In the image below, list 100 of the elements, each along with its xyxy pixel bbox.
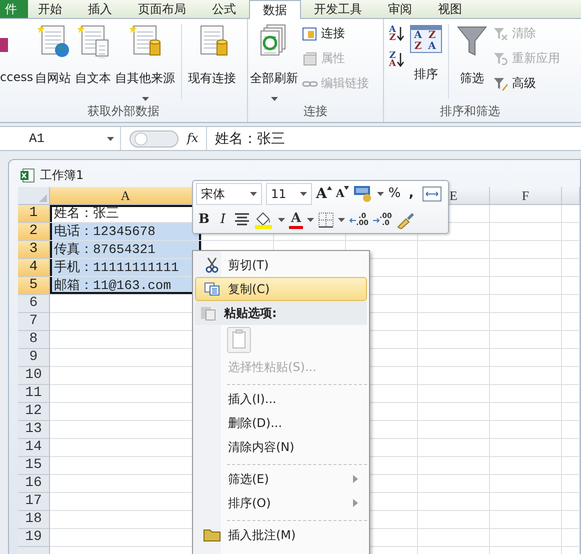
table-cell: [490, 349, 562, 367]
table-cell: [562, 511, 580, 529]
row-header[interactable]: 7: [18, 313, 50, 331]
table-cell: [490, 277, 562, 295]
fill-color-icon[interactable]: [254, 211, 274, 229]
row-header[interactable]: 2: [18, 223, 50, 241]
table-cell: [418, 277, 490, 295]
table-cell: [418, 259, 490, 277]
row-header[interactable]: 17: [18, 493, 50, 511]
insert-function-button[interactable]: fx: [187, 127, 208, 150]
table-cell: [490, 403, 562, 421]
font-color-button[interactable]: A: [289, 212, 304, 228]
table-cell: [418, 493, 490, 511]
dropdown-arrow-icon: [338, 218, 346, 222]
menu-section-header: 粘贴选项:: [195, 301, 367, 325]
table-cell: [490, 475, 562, 493]
sort-descending-button[interactable]: Z A: [389, 52, 404, 68]
menu-item[interactable]: 筛选(E): [195, 467, 367, 491]
column-header[interactable]: F: [490, 187, 562, 205]
comma-style-button[interactable]: ,: [404, 186, 418, 202]
ribbon-tab[interactable]: 插入: [75, 0, 125, 18]
row-header[interactable]: 3: [18, 241, 50, 259]
row-header[interactable]: 10: [18, 367, 50, 385]
table-cell: [562, 331, 580, 349]
row-header[interactable]: 9: [18, 349, 50, 367]
row-header[interactable]: 11: [18, 385, 50, 403]
menu-item[interactable]: 删除(D)...: [195, 411, 367, 435]
menu-item[interactable]: 插入批注(M): [195, 523, 367, 547]
ribbon-button[interactable]: 筛选: [452, 24, 491, 87]
database-document-icon: [128, 24, 162, 58]
row-header[interactable]: 12: [18, 403, 50, 421]
ribbon-tab[interactable]: 开发工具: [301, 0, 375, 18]
name-box[interactable]: A1: [0, 127, 121, 150]
menu-item[interactable]: 插入(I)...: [195, 387, 367, 411]
text-document-icon: [76, 24, 110, 58]
connection-icon: [302, 26, 318, 42]
table-cell: [562, 421, 580, 439]
splitter-handle-icon[interactable]: [129, 130, 179, 148]
align-center-icon[interactable]: [234, 213, 250, 227]
ribbon-tab[interactable]: 数据: [249, 0, 301, 19]
font-name-field[interactable]: 宋体: [196, 183, 262, 205]
percent-style-button[interactable]: %: [388, 186, 401, 202]
font-size-field[interactable]: 11: [266, 183, 312, 205]
cell-styles-icon[interactable]: [353, 185, 374, 203]
menu-item[interactable]: 复制(C): [195, 277, 367, 301]
row-header[interactable]: 16: [18, 475, 50, 493]
increase-font-size-button[interactable]: A: [316, 186, 332, 202]
table-cell: [418, 475, 490, 493]
table-cell: [562, 295, 580, 313]
ribbon-button[interactable]: 现有连接: [186, 24, 238, 87]
ribbon-tab[interactable]: 页面布局: [125, 0, 199, 18]
ribbon-tab[interactable]: 审阅: [375, 0, 425, 18]
ribbon-button[interactable]: 自文本: [73, 24, 114, 87]
file-tab[interactable]: 件: [0, 0, 28, 18]
ribbon-button[interactable]: 自网站: [33, 24, 74, 87]
ribbon-button[interactable]: 连接: [302, 24, 369, 43]
ribbon-button[interactable]: 自其他来源: [113, 24, 178, 101]
row-header[interactable]: 15: [18, 457, 50, 475]
corner-triangle-icon: [39, 194, 47, 202]
clipboard-icon: [200, 305, 216, 321]
dropdown-arrow-icon: [278, 218, 285, 222]
table-cell: [562, 241, 580, 259]
formula-input[interactable]: 姓名：张三: [215, 130, 286, 148]
table-cell: [490, 241, 562, 259]
row-header[interactable]: 13: [18, 421, 50, 439]
ribbon-tab[interactable]: 视图: [425, 0, 475, 18]
row-header[interactable]: 5: [18, 277, 50, 295]
table-cell: [418, 331, 490, 349]
spreadsheet-icon: [20, 168, 35, 182]
group-label: 排序和筛选: [439, 103, 501, 120]
ribbon-button[interactable]: ccess: [0, 24, 34, 84]
ribbon-button[interactable]: 全部刷新: [248, 24, 300, 101]
format-painter-icon[interactable]: [396, 211, 416, 229]
ribbon-tab[interactable]: 公式: [199, 0, 249, 18]
up-triangle-icon: [326, 186, 332, 190]
menu-item[interactable]: 清除内容(N): [195, 435, 367, 459]
row-header[interactable]: 8: [18, 331, 50, 349]
merge-cells-icon[interactable]: [422, 186, 442, 202]
row-header[interactable]: 6: [18, 295, 50, 313]
row-header[interactable]: 4: [18, 259, 50, 277]
menu-item[interactable]: 排序(O): [195, 491, 367, 515]
group-label: 获取外部数据: [86, 103, 160, 120]
table-cell: [490, 223, 562, 241]
down-arrow-icon: [396, 53, 404, 67]
ribbon-tab[interactable]: 开始: [28, 0, 75, 18]
decrease-font-size-button[interactable]: A: [336, 186, 350, 202]
row-header[interactable]: 19: [18, 529, 50, 547]
row-header[interactable]: 14: [18, 439, 50, 457]
globe-document-icon: [36, 24, 70, 58]
row-header[interactable]: 18: [18, 511, 50, 529]
row-header[interactable]: 1: [18, 205, 50, 223]
sort-ascending-button[interactable]: A Z: [389, 26, 404, 42]
dropdown-arrow-icon: [300, 192, 307, 196]
dropdown-arrow-icon: [107, 136, 114, 140]
ribbon-button[interactable]: A Z Z A 排序: [408, 24, 444, 83]
table-cell: [418, 403, 490, 421]
ribbon-button[interactable]: 高级: [492, 74, 560, 93]
italic-button[interactable]: I: [216, 212, 230, 228]
borders-icon[interactable]: [318, 212, 334, 228]
folder-icon: [203, 528, 221, 542]
